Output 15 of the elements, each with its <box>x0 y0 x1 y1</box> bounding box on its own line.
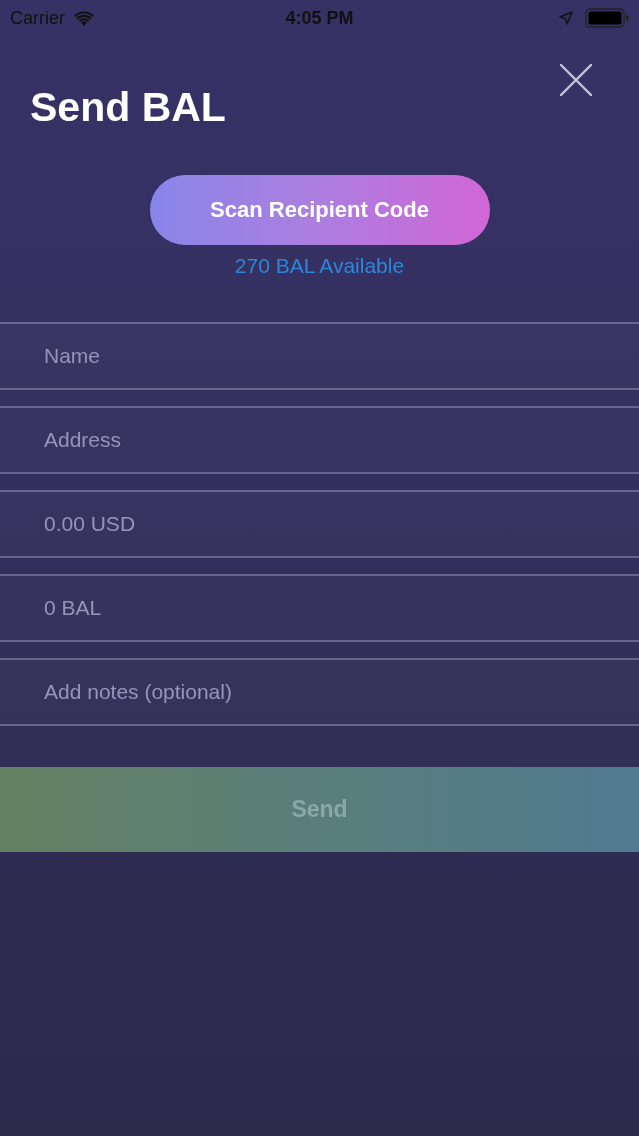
input-field[interactable]: Add notes (optional) <box>0 658 639 726</box>
input-field[interactable]: 0.00 USD <box>0 490 639 558</box>
screen-title: Send BAL <box>30 83 226 131</box>
location-arrow-icon <box>559 11 573 25</box>
scan-recipient-button[interactable]: Scan Recipient Code <box>149 175 490 245</box>
input-field[interactable]: 0 BAL <box>0 574 639 642</box>
close-icon <box>560 64 592 96</box>
wifi-icon <box>74 10 94 26</box>
balance-label: 270 BAL Available <box>234 254 405 278</box>
carrier-label: Carrier <box>10 7 65 29</box>
status-time: 4:05 PM <box>285 7 354 29</box>
input-field[interactable]: Address <box>0 406 639 474</box>
input-field[interactable]: Name <box>0 322 639 390</box>
battery-icon <box>585 8 629 28</box>
close-button[interactable] <box>559 63 593 97</box>
